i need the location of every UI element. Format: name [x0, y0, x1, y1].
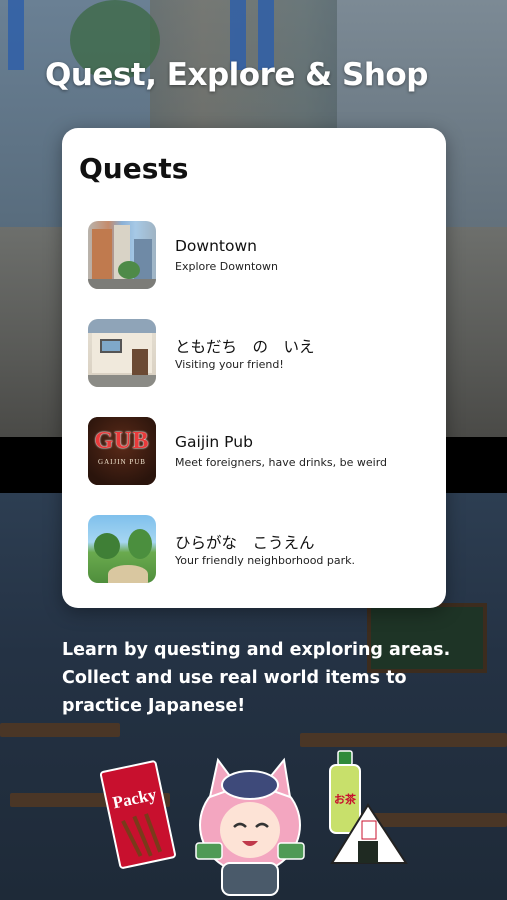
quest-description: Meet foreigners, have drinks, be weird	[175, 456, 388, 469]
pocky-box-icon: Packy	[100, 760, 176, 869]
gaijin-pub-thumbnail: GUB GAIJIN PUB	[88, 417, 156, 485]
friend-house-thumbnail	[88, 319, 156, 387]
feature-description: Learn by questing and exploring areas. C…	[62, 640, 451, 716]
pub-sign-text: GUB	[94, 428, 150, 454]
tea-bottle-icon: お茶	[329, 750, 361, 834]
quests-card: Quests Downtown Explore Downtown ともだち の …	[62, 128, 446, 608]
quest-description: Visiting your friend!	[175, 358, 284, 371]
quest-name: ともだち の いえ	[175, 338, 315, 356]
quests-heading: Quests	[79, 152, 189, 185]
tea-label: お茶	[334, 792, 357, 806]
quest-item-downtown[interactable]: Downtown Explore Downtown	[88, 221, 428, 289]
quest-item-friend-house[interactable]: ともだち の いえ Visiting your friend!	[88, 319, 428, 387]
quest-item-park[interactable]: ひらがな こうえん Your friendly neighborhood par…	[88, 515, 428, 583]
park-thumbnail	[88, 515, 156, 583]
pub-sign-subtext: GAIJIN PUB	[98, 458, 146, 466]
quest-description: Explore Downtown	[175, 260, 278, 273]
page-title: Quest, Explore & Shop	[45, 57, 428, 93]
quest-item-gaijin-pub[interactable]: GUB GAIJIN PUB Gaijin Pub Meet foreigner…	[88, 417, 428, 485]
desk	[0, 723, 120, 737]
quest-name: ひらがな こうえん	[175, 534, 315, 552]
quest-name: Downtown	[175, 237, 257, 255]
street-banner	[8, 0, 24, 70]
quest-description: Your friendly neighborhood park.	[175, 554, 356, 567]
downtown-thumbnail	[88, 221, 156, 289]
mascot-illustration: Packy お茶	[100, 750, 408, 896]
quest-name: Gaijin Pub	[175, 433, 253, 451]
mascot-character	[195, 757, 305, 896]
